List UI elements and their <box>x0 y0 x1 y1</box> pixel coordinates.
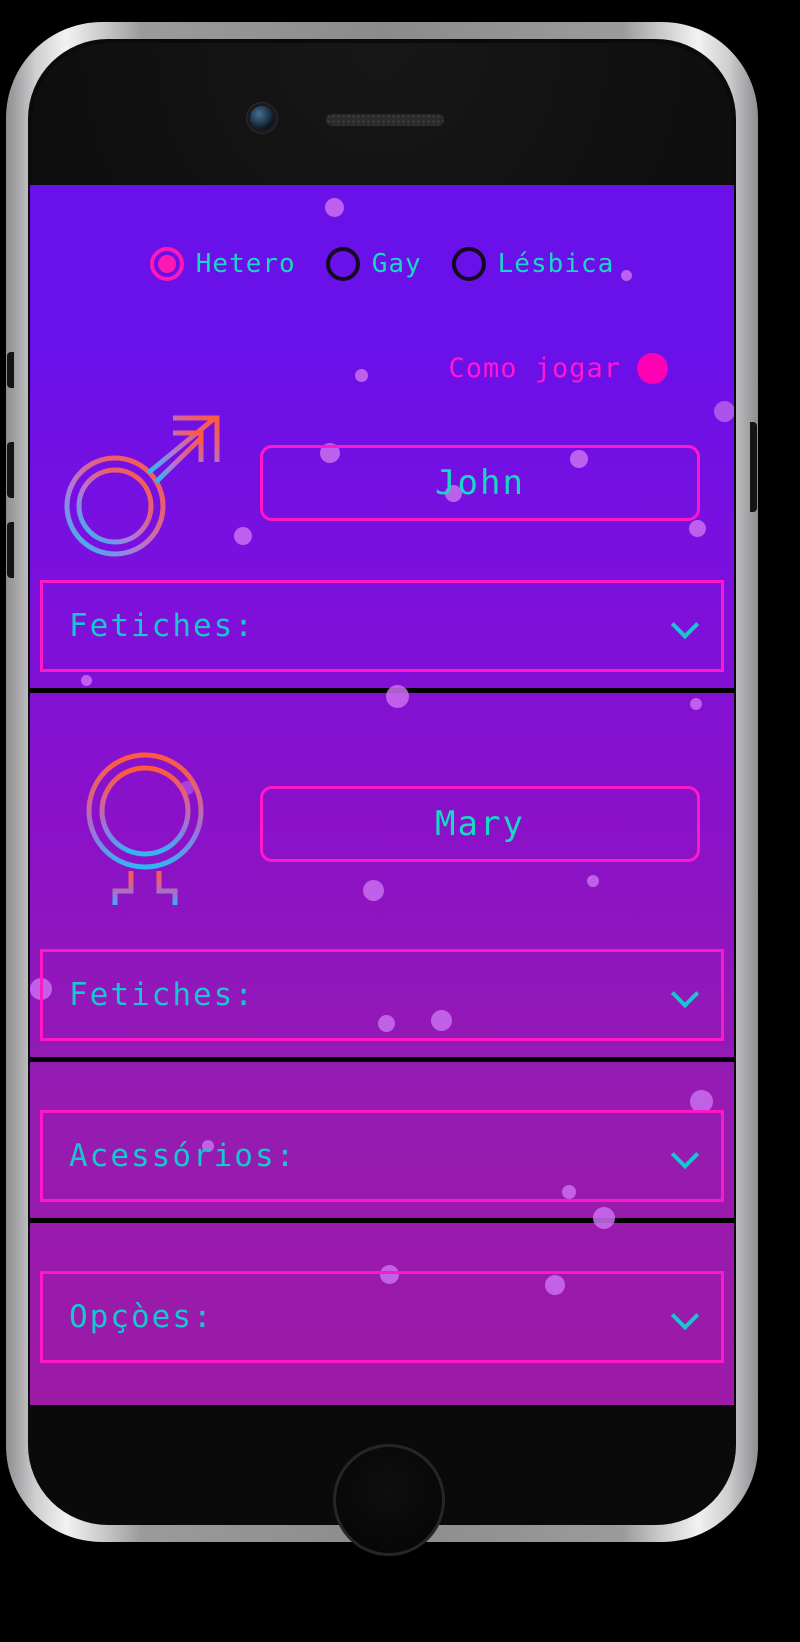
radio-option-hetero[interactable]: Hetero <box>149 247 296 281</box>
dropdown-fetiches-female[interactable]: Fetiches: <box>40 949 724 1041</box>
volume-down-button[interactable] <box>7 522 14 578</box>
dropdown-label-fetiches-male: Fetiches: <box>69 608 255 644</box>
female-name-input[interactable]: Mary <box>260 786 700 862</box>
options-wrap: Opçòes: <box>30 1271 734 1363</box>
app-root: Hetero Gay Lésbica Como jogar John Fetic… <box>30 185 734 1405</box>
radio-icon-gay[interactable] <box>325 247 360 281</box>
dropdown-label-opcoes: Opçòes: <box>69 1299 214 1335</box>
chevron-down-icon[interactable] <box>673 1304 699 1330</box>
power-button[interactable] <box>750 422 757 512</box>
orientation-radio-group: Hetero Gay Lésbica <box>30 185 734 281</box>
info-dot-icon[interactable] <box>637 353 668 384</box>
silent-switch[interactable] <box>7 352 14 388</box>
male-fetishes-wrap: Fetiches: <box>30 580 734 672</box>
male-name-input[interactable]: John <box>260 445 700 521</box>
male-name-value: John <box>435 463 525 503</box>
radio-option-lesbica[interactable]: Lésbica <box>451 247 615 281</box>
dropdown-fetiches-male[interactable]: Fetiches: <box>40 580 724 672</box>
chevron-down-icon[interactable] <box>673 613 699 639</box>
how-to-play-label: Como jogar <box>448 353 621 384</box>
player-block-male: Hetero Gay Lésbica Como jogar John Fetic… <box>30 185 734 688</box>
radio-label-hetero: Hetero <box>195 249 296 279</box>
accessories-wrap: Acessórios: <box>30 1110 734 1202</box>
home-button[interactable] <box>333 1444 445 1556</box>
accessories-block: Acessórios: <box>30 1062 734 1218</box>
male-player-row: John <box>30 384 734 558</box>
volume-up-button[interactable] <box>7 442 14 498</box>
dropdown-label-fetiches-female: Fetiches: <box>69 977 255 1013</box>
dropdown-opcoes[interactable]: Opçòes: <box>40 1271 724 1363</box>
radio-icon-lesbica[interactable] <box>451 247 486 281</box>
player-block-female: Mary Fetiches: <box>30 693 734 1057</box>
female-symbol-icon <box>30 739 260 909</box>
speaker-grille <box>326 114 444 126</box>
radio-label-gay: Gay <box>371 249 422 279</box>
radio-label-lesbica: Lésbica <box>497 249 615 279</box>
how-to-play-row[interactable]: Como jogar <box>30 281 734 384</box>
dropdown-acessorios[interactable]: Acessórios: <box>40 1110 724 1202</box>
dropdown-label-acessorios: Acessórios: <box>69 1138 297 1174</box>
camera-icon <box>250 106 274 130</box>
female-player-row: Mary <box>30 693 734 909</box>
chevron-down-icon[interactable] <box>673 1143 699 1169</box>
chevron-down-icon[interactable] <box>673 982 699 1008</box>
phone-screen: Hetero Gay Lésbica Como jogar John Fetic… <box>30 185 734 1405</box>
screenshot-stage: Hetero Gay Lésbica Como jogar John Fetic… <box>0 0 800 1642</box>
female-name-value: Mary <box>435 804 525 844</box>
radio-option-gay[interactable]: Gay <box>325 247 422 281</box>
male-symbol-icon <box>30 408 260 558</box>
female-fetishes-wrap: Fetiches: <box>30 949 734 1041</box>
radio-icon-hetero[interactable] <box>149 247 184 281</box>
options-block: Opçòes: <box>30 1223 734 1363</box>
